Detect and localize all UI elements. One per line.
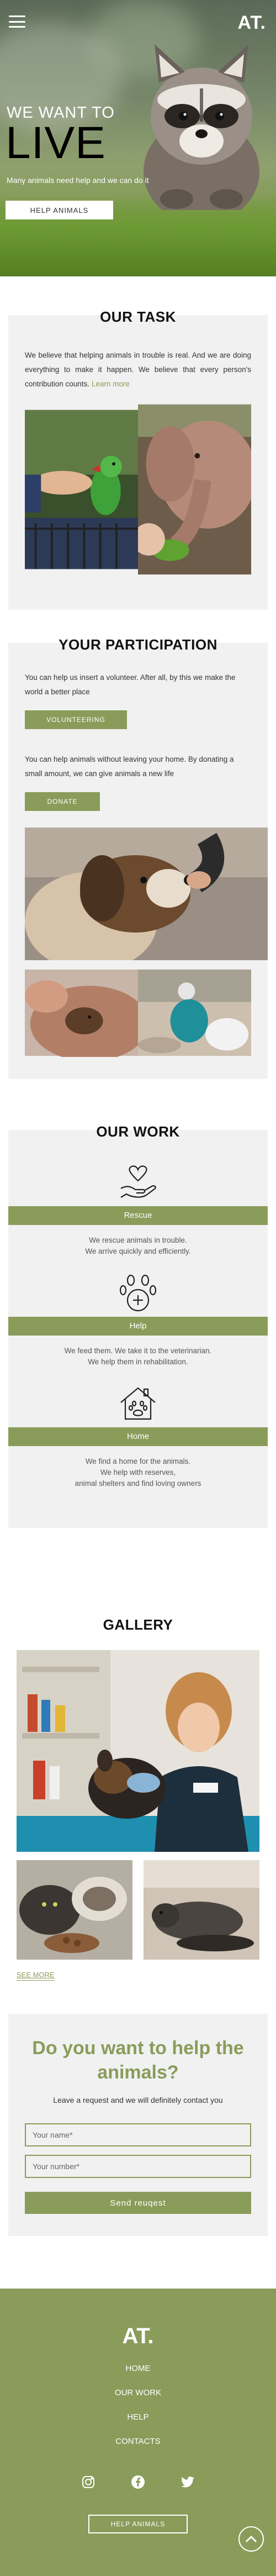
name-field[interactable] bbox=[25, 2123, 251, 2146]
footer-logo[interactable]: AT. bbox=[0, 2289, 276, 2349]
task-text: We believe that helping animals in troub… bbox=[25, 348, 251, 391]
twitter-icon[interactable] bbox=[181, 2475, 195, 2489]
seal-photo[interactable] bbox=[144, 1860, 259, 1960]
home-line-2: We help with reserves, bbox=[100, 1468, 176, 1477]
work-item-home: Home We find a home for the animals. We … bbox=[8, 1384, 268, 1506]
rescue-line-1: We rescue animals in trouble. bbox=[89, 1236, 187, 1244]
rescue-text: We rescue animals in trouble. We arrive … bbox=[8, 1225, 268, 1274]
small-animal-photo bbox=[25, 969, 138, 1057]
section-title: GALLERY bbox=[103, 1616, 173, 1633]
volunteering-button[interactable]: VOLUNTEERING bbox=[25, 710, 127, 729]
section-title: YOUR PARTICIPATION bbox=[59, 636, 217, 653]
raccoon-photo bbox=[144, 44, 259, 210]
footer: AT. HOME OUR WORK HELP CONTACTS HELP ANI… bbox=[0, 2289, 276, 2576]
footer-nav-home[interactable]: HOME bbox=[0, 2357, 276, 2381]
help-line-1: We feed them. We take it to the veterina… bbox=[64, 1347, 212, 1355]
send-request-button[interactable]: Send reuqest bbox=[25, 2192, 251, 2214]
footer-nav-contacts[interactable]: CONTACTS bbox=[0, 2430, 276, 2454]
learn-more-link[interactable]: Learn more bbox=[92, 380, 130, 388]
footer-nav-our-work[interactable]: OUR WORK bbox=[0, 2381, 276, 2405]
help-animals-button[interactable]: HELP ANIMALS bbox=[6, 201, 113, 219]
home-text: We find a home for the animals. We help … bbox=[8, 1446, 268, 1506]
help-line-2: We help them in rehabilitation. bbox=[88, 1358, 188, 1366]
form-card: Do you want to help the animals? Leave a… bbox=[8, 2014, 268, 2236]
form-subtitle: Leave a request and we will definitely c… bbox=[53, 2096, 223, 2104]
instagram-icon[interactable] bbox=[81, 2475, 95, 2489]
home-line-3: animal shelters and find loving owners bbox=[75, 1479, 201, 1488]
see-more-link[interactable]: SEE MORE bbox=[17, 1971, 55, 1981]
volunteer-text: You can help us insert a volunteer. Afte… bbox=[25, 673, 236, 696]
logo[interactable]: AT. bbox=[238, 12, 266, 34]
help-label: Help bbox=[8, 1317, 268, 1336]
work-item-rescue: Rescue We rescue animals in trouble. We … bbox=[8, 1163, 268, 1274]
vet-with-dog-photo[interactable] bbox=[17, 1650, 259, 1852]
home-label: Home bbox=[8, 1427, 268, 1446]
participation-photos-row bbox=[25, 968, 251, 1057]
footer-help-animals-button[interactable]: HELP ANIMALS bbox=[88, 2515, 188, 2533]
our-work-section: OUR WORK Rescue We rescue animals in tro… bbox=[0, 1123, 276, 1528]
beach-cleanup-photo bbox=[138, 969, 251, 1056]
hero: AT. WE WANT TO LIVE Many animals need he… bbox=[0, 0, 276, 276]
help-text: We feed them. We take it to the veterina… bbox=[8, 1336, 268, 1384]
footer-nav-help[interactable]: HELP bbox=[0, 2405, 276, 2430]
section-title: OUR WORK bbox=[96, 1123, 180, 1140]
our-task-section: OUR TASK We believe that helping animals… bbox=[0, 308, 276, 610]
task-photos bbox=[25, 391, 251, 593]
participation-card: YOUR PARTICIPATION You can help us inser… bbox=[8, 636, 268, 1079]
elephant-photo bbox=[138, 404, 251, 575]
section-title: OUR TASK bbox=[100, 308, 176, 325]
kittens-photo[interactable] bbox=[17, 1860, 132, 1960]
work-card: OUR WORK Rescue We rescue animals in tro… bbox=[8, 1123, 268, 1528]
social-links bbox=[0, 2475, 276, 2489]
work-item-help: Help We feed them. We take it to the vet… bbox=[8, 1274, 268, 1384]
gallery-section: GALLERY SEE MORE bbox=[0, 1616, 276, 1981]
hamburger-menu-icon[interactable] bbox=[9, 15, 25, 28]
home-line-1: We find a home for the animals. bbox=[85, 1457, 191, 1465]
form-title: Do you want to help the animals? bbox=[32, 2038, 244, 2083]
rescue-line-2: We arrive quickly and efficiently. bbox=[85, 1247, 191, 1255]
hero-description: Many animals need help and we can do it bbox=[7, 176, 149, 185]
rescue-label: Rescue bbox=[8, 1206, 268, 1225]
heart-hand-icon bbox=[120, 1165, 156, 1198]
facebook-icon[interactable] bbox=[131, 2475, 145, 2489]
footer-nav: HOME OUR WORK HELP CONTACTS bbox=[0, 2357, 276, 2454]
paw-plus-icon bbox=[120, 1274, 156, 1312]
gallery-row bbox=[17, 1860, 259, 1960]
parrot-feeding-photo bbox=[25, 410, 138, 569]
donate-text: You can help animals without leaving you… bbox=[25, 755, 234, 778]
participation-section: YOUR PARTICIPATION You can help us inser… bbox=[0, 636, 276, 1079]
task-card: OUR TASK We believe that helping animals… bbox=[8, 308, 268, 610]
chevron-up-circle-icon[interactable] bbox=[238, 2526, 264, 2552]
donate-button[interactable]: DONATE bbox=[25, 792, 100, 811]
request-form-section: Do you want to help the animals? Leave a… bbox=[0, 2014, 276, 2236]
house-paw-icon bbox=[120, 1387, 156, 1420]
task-paragraph: We believe that helping animals in troub… bbox=[25, 351, 251, 388]
hero-title: LIVE bbox=[6, 118, 106, 168]
number-field[interactable] bbox=[25, 2155, 251, 2178]
page: AT. WE WANT TO LIVE Many animals need he… bbox=[0, 0, 276, 2576]
dog-photo bbox=[25, 828, 268, 960]
